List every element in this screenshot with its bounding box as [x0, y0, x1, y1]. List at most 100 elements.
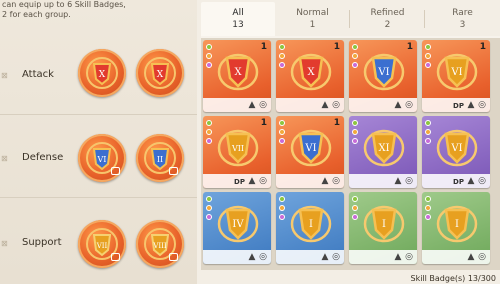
weight-icon: ▲ [248, 252, 256, 262]
badge-card[interactable]: VI 1 ▲ ◎ DP [422, 40, 490, 112]
badge-numeral: I [455, 219, 459, 230]
badge-card[interactable]: X 1 ▲ ◎ [203, 40, 271, 112]
badge-shield-icon: XI [363, 129, 405, 167]
capacity-value: 13/300 [467, 274, 496, 283]
group-support: ⊠ Support VII VIII [0, 207, 197, 283]
badge-card[interactable]: I ▲ ◎ [422, 192, 490, 264]
badge-shield-icon: I [363, 205, 405, 243]
socket-dot [279, 120, 285, 126]
badge-count: 1 [406, 42, 413, 52]
tab-refined[interactable]: Refined 2 [350, 2, 425, 36]
socket-dots [352, 44, 358, 71]
dp-tag: DP [453, 178, 464, 186]
equipped-slot[interactable]: X [78, 49, 126, 97]
badge-inventory: All 13 Normal 1 Refined 2 Rare 3 X 1 ▲ ◎ X 1 ▲… [197, 0, 500, 284]
socket-dot [206, 214, 212, 220]
weight-icon: ▲ [394, 100, 402, 110]
badge-shield-icon: VI [436, 129, 478, 167]
socket-dot [425, 44, 431, 50]
badge-count: 1 [260, 42, 267, 52]
target-icon: ◎ [332, 252, 340, 262]
target-icon: ◎ [405, 252, 413, 262]
socket-dot [352, 62, 358, 68]
socket-dot [352, 120, 358, 126]
socket-dot [352, 214, 358, 220]
equip-hint-line2: 2 for each group. [2, 10, 71, 19]
target-icon: ◎ [259, 252, 267, 262]
badge-numeral: VI [304, 143, 316, 154]
badge-card[interactable]: XI ▲ ◎ [349, 116, 417, 188]
tab-normal[interactable]: Normal 1 [275, 2, 350, 36]
target-icon: ◎ [478, 100, 486, 110]
socket-dot [206, 196, 212, 202]
equip-icon [111, 253, 120, 261]
badge-card[interactable]: I ▲ ◎ [349, 192, 417, 264]
weight-icon: ▲ [321, 176, 329, 186]
weight-icon: ▲ [467, 252, 475, 262]
dp-tag: DP [453, 102, 464, 110]
socket-dot [352, 196, 358, 202]
badge-card[interactable]: VI 1 ▲ ◎ [349, 40, 417, 112]
socket-dots [279, 120, 285, 147]
badge-card[interactable]: VII 1 ▲ ◎ DP [203, 116, 271, 188]
socket-dot [279, 129, 285, 135]
socket-dot [352, 53, 358, 59]
badge-count: 1 [479, 42, 486, 52]
badge-card[interactable]: VI ▲ ◎ DP [422, 116, 490, 188]
target-icon: ◎ [259, 100, 267, 110]
badge-shield-icon: X [290, 53, 332, 91]
socket-dots [425, 120, 431, 147]
target-icon: ◎ [478, 176, 486, 186]
tab-count: 1 [309, 20, 316, 30]
weight-icon: ▲ [248, 176, 256, 186]
tab-all[interactable]: All 13 [201, 2, 275, 36]
tab-count: 2 [384, 20, 391, 30]
socket-dot [425, 120, 431, 126]
group-label: Support [22, 237, 62, 248]
badge-card[interactable]: VI 1 ▲ ◎ [276, 116, 344, 188]
socket-dot [279, 53, 285, 59]
weight-icon: ▲ [321, 100, 329, 110]
equipped-slot[interactable]: VI [78, 134, 126, 182]
badge-numeral: IV [232, 219, 244, 230]
badge-shield-icon: X [217, 53, 259, 91]
socket-dots [352, 120, 358, 147]
equipped-slot[interactable]: II [136, 134, 184, 182]
badge-count: 1 [333, 118, 340, 128]
badge-numeral: I [382, 219, 386, 230]
group-label: Attack [22, 69, 54, 80]
socket-dot [206, 62, 212, 68]
equipped-slot[interactable]: X [136, 49, 184, 97]
target-icon: ◎ [405, 100, 413, 110]
tab-rare[interactable]: Rare 3 [425, 2, 500, 36]
equip-icon [111, 167, 120, 175]
weight-icon: ▲ [467, 100, 475, 110]
socket-dot [425, 62, 431, 68]
socket-dots [425, 44, 431, 71]
target-icon: ◎ [259, 176, 267, 186]
badge-numeral: I [309, 219, 313, 230]
badge-shield-icon: IV [217, 205, 259, 243]
badge-card[interactable]: X 1 ▲ ◎ [276, 40, 344, 112]
badge-card[interactable]: I ▲ ◎ [276, 192, 344, 264]
weight-icon: ▲ [467, 176, 475, 186]
filter-tabs: All 13 Normal 1 Refined 2 Rare 3 [201, 2, 500, 36]
badge-capacity: Skill Badge(s) 13/300 [410, 274, 496, 283]
equip-hint: can equip up to 6 Skill Badges, 2 for ea… [0, 0, 197, 20]
svg-text:VII: VII [96, 242, 108, 250]
badge-shield-icon: VI [290, 129, 332, 167]
badge-numeral: VI [450, 67, 462, 78]
tab-label: All [232, 8, 244, 18]
badge-count: 1 [333, 42, 340, 52]
equipped-slot[interactable]: VIII [136, 220, 184, 268]
tab-count: 13 [232, 20, 244, 30]
badge-card[interactable]: IV ▲ ◎ [203, 192, 271, 264]
lock-icon: ⊠ [1, 154, 8, 163]
badge-shield-icon: I [436, 205, 478, 243]
socket-dot [206, 53, 212, 59]
equipped-slot[interactable]: VII [78, 220, 126, 268]
group-attack: ⊠ Attack X X [0, 39, 197, 115]
socket-dot [425, 196, 431, 202]
socket-dots [352, 196, 358, 223]
socket-dots [206, 44, 212, 71]
